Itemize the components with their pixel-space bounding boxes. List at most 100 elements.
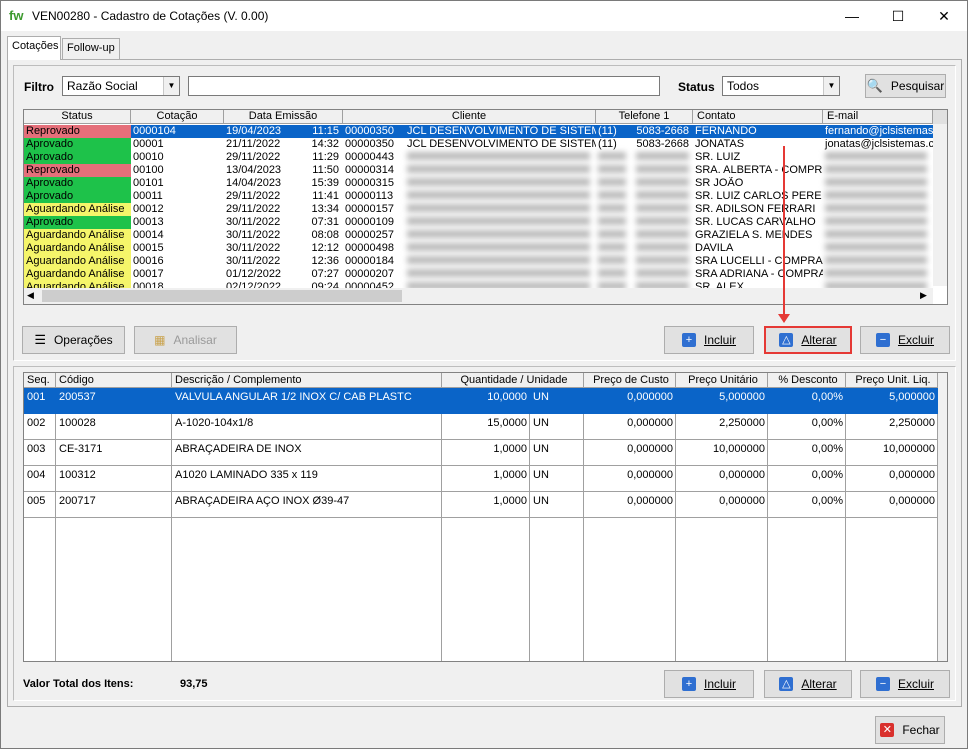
col-header-seq[interactable]: Seq. (24, 373, 56, 388)
item-cell-un: UN (533, 391, 549, 403)
quote-row[interactable]: Reprovado 00100 13/04/2023 11:50 00000314 SRA… (24, 164, 933, 177)
quote-row[interactable]: Reprovado 0000104 19/04/2023 11:15 00000350 J… (24, 125, 933, 138)
col-header-quantidade[interactable]: Quantidade / Unidade (442, 373, 584, 388)
item-row[interactable]: 003 CE-3171 ABRAÇADEIRA DE INOX 1,0000 UN 0,0… (24, 440, 938, 466)
item-row[interactable]: 002 100028 A-1020-104x1/8 15,0000 UN 0,000000… (24, 414, 938, 440)
quote-row[interactable]: Aguardando Análise 00015 30/11/2022 12:12 00… (24, 242, 933, 255)
col-header-descricao[interactable]: Descrição / Complemento (172, 373, 442, 388)
quote-cell-data: 29/11/2022 (226, 151, 281, 163)
search-icon: 🔍 (866, 78, 883, 93)
col-header-custo[interactable]: Preço de Custo (584, 373, 676, 388)
quote-cell-status: Aguardando Análise (24, 255, 131, 268)
item-row[interactable]: 005 200717 ABRAÇADEIRA AÇO INOX Ø39-47 1,00… (24, 492, 938, 518)
redacted-text (407, 230, 590, 238)
item-row[interactable]: 004 100312 A1020 LAMINADO 335 x 119 1,0000 U… (24, 466, 938, 492)
col-header-telefone[interactable]: Telefone 1 (596, 110, 693, 124)
quote-cell-status: Aprovado (24, 190, 131, 203)
quote-cell-email (823, 190, 933, 203)
incluir-quote-button[interactable]: + Incluir (664, 326, 754, 354)
quote-cell-cliente-nome (405, 229, 596, 242)
item-cell-qtd: 1,0000 (493, 469, 527, 481)
operacoes-button[interactable]: ☰ Operações (22, 326, 125, 354)
redacted-text (407, 217, 590, 225)
analisar-button[interactable]: ▦ Analisar (134, 326, 237, 354)
tab-cotacoes[interactable]: Cotações (7, 36, 61, 60)
quote-cell-tel (632, 268, 693, 281)
quote-row[interactable]: Aguardando Análise 00012 29/11/2022 13:34 00… (24, 203, 933, 216)
col-header-liquido[interactable]: Preço Unit. Liq. (846, 373, 938, 388)
fechar-button[interactable]: ✕ Fechar (875, 716, 945, 744)
excluir-quote-button[interactable]: − Excluir (860, 326, 950, 354)
col-header-unitario[interactable]: Preço Unitário (676, 373, 768, 388)
quote-cell-cliente-nome (405, 151, 596, 164)
maximize-button[interactable]: ☐ (875, 1, 921, 31)
item-cell-unit: 10,000000 (713, 443, 765, 455)
quote-row[interactable]: Aguardando Análise 00017 01/12/2022 07:27 00… (24, 268, 933, 281)
quote-row[interactable]: Aguardando Análise 00014 30/11/2022 08:08 00… (24, 229, 933, 242)
grid-line (441, 388, 442, 661)
col-header-email[interactable]: E-mail (823, 110, 933, 124)
scroll-right-icon[interactable]: ▶ (920, 290, 927, 301)
minus-icon: − (875, 333, 890, 347)
quote-row[interactable]: Aprovado 00101 14/04/2023 15:39 00000315 SR J… (24, 177, 933, 190)
operacoes-label: Operações (53, 333, 113, 347)
quote-cell-cliente-nome (405, 255, 596, 268)
quote-cell-cliente-nome (405, 216, 596, 229)
col-header-status[interactable]: Status (24, 110, 131, 124)
col-header-desconto[interactable]: % Desconto (768, 373, 846, 388)
quotes-grid[interactable]: Status Cotação Data Emissão Cliente Tele… (23, 109, 948, 305)
redacted-text (636, 243, 689, 251)
quote-cell-cliente-cod: 00000207 (345, 268, 394, 280)
tab-follow-up[interactable]: Follow-up (62, 38, 120, 60)
alterar-quote-button[interactable]: △ Alterar (764, 326, 852, 354)
quote-cell-cliente-nome (405, 164, 596, 177)
quote-cell-contato: SR. LUIZ CARLOS PERE (695, 190, 822, 202)
scroll-up-icon[interactable] (933, 110, 947, 124)
redacted-text (598, 165, 626, 173)
incluir-item-button[interactable]: + Incluir (664, 670, 754, 698)
quote-row[interactable]: Aprovado 00011 29/11/2022 11:41 00000113 SR. … (24, 190, 933, 203)
quote-cell-data: 30/11/2022 (226, 255, 281, 267)
status-select[interactable]: Todos ▼ (722, 76, 840, 96)
item-row[interactable]: 001 200537 VALVULA ANGULAR 1/2 INOX C/ CAB… (24, 388, 938, 414)
redacted-text (407, 165, 590, 173)
col-header-codigo[interactable]: Código (56, 373, 172, 388)
close-window-button[interactable]: ✕ (921, 1, 967, 31)
redacted-text (636, 204, 689, 212)
filter-field-select[interactable]: Razão Social ▼ (62, 76, 180, 96)
plus-icon: + (681, 677, 696, 691)
quotes-hscrollbar[interactable]: ◀ ▶ (24, 288, 933, 304)
quote-cell-tel (632, 177, 693, 190)
scroll-left-icon[interactable]: ◀ (27, 290, 34, 301)
item-cell-custo: 0,000000 (627, 391, 673, 403)
col-header-cliente[interactable]: Cliente (343, 110, 596, 124)
excluir-item-button[interactable]: − Excluir (860, 670, 950, 698)
quote-row[interactable]: Aprovado 00010 29/11/2022 11:29 00000443 SR. … (24, 151, 933, 164)
redacted-text (407, 243, 590, 251)
hscroll-thumb[interactable] (42, 290, 402, 302)
quote-cell-cotacao: 00011 (133, 190, 163, 202)
col-header-cotacao[interactable]: Cotação (131, 110, 224, 124)
items-vscrollbar[interactable] (938, 373, 947, 661)
alterar-item-button[interactable]: △ Alterar (764, 670, 852, 698)
annotation-arrow (783, 146, 785, 318)
quotes-vscrollbar[interactable] (933, 110, 947, 286)
quote-cell-cotacao: 00016 (133, 255, 164, 267)
quote-cell-status: Reprovado (24, 125, 131, 138)
quote-cell-ddd (596, 268, 632, 281)
filter-input[interactable] (188, 76, 660, 96)
grid-line (24, 439, 938, 440)
quote-cell-ddd (596, 242, 632, 255)
quote-cell-data: 19/04/2023 (224, 125, 300, 138)
quote-row[interactable]: Aguardando Análise 00016 30/11/2022 12:36 00… (24, 255, 933, 268)
quote-row[interactable]: Aprovado 00001 21/11/2022 14:32 00000350 JCL … (24, 138, 933, 151)
col-header-contato[interactable]: Contato (693, 110, 823, 124)
item-cell-qtd: 10,0000 (487, 391, 527, 403)
items-grid[interactable]: Seq. Código Descrição / Complemento Quan… (23, 372, 948, 662)
col-header-data[interactable]: Data Emissão (224, 110, 343, 124)
quote-cell-tel (632, 203, 693, 216)
redacted-text (598, 152, 626, 160)
search-button[interactable]: 🔍 Pesquisar (865, 74, 946, 98)
minimize-button[interactable]: — (829, 1, 875, 31)
quote-row[interactable]: Aprovado 00013 30/11/2022 07:31 00000109 SR. … (24, 216, 933, 229)
